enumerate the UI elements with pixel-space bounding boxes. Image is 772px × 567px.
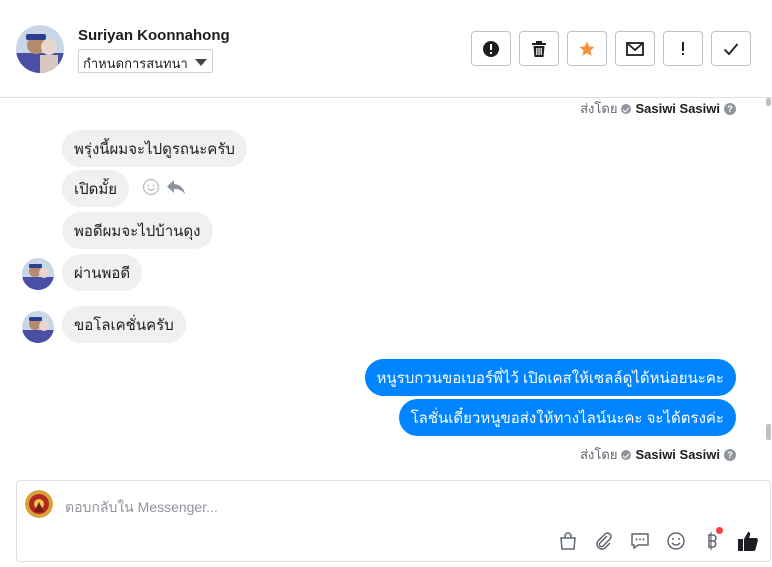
payment-button[interactable] [700,527,724,553]
reply-icon[interactable] [166,178,186,196]
trash-icon [532,40,546,57]
help-icon[interactable]: ? [724,102,736,115]
attachment-button[interactable] [592,529,616,553]
saved-replies-icon [631,533,649,550]
incoming-message[interactable]: พอดีผมจะไปบ้านดุง [62,212,213,249]
envelope-icon [626,41,644,56]
like-button[interactable] [736,529,760,553]
conversation-header: Suriyan Koonnahong กำหนดการสนทนา [0,0,772,98]
emoji-button[interactable] [664,529,688,553]
payment-icon [708,532,717,550]
sent-by-indicator: ส่งโดย Sasiwi Sasiwi ? [580,98,736,119]
reply-composer[interactable]: ตอบกลับใน Messenger... [16,480,771,562]
star-button[interactable] [567,31,607,66]
bag-icon [560,532,576,550]
composer-toolbar [556,527,760,553]
contact-name[interactable]: Suriyan Koonnahong [78,27,230,44]
incoming-message[interactable]: ผ่านพอดี [62,254,143,291]
conversation-actions [471,31,751,66]
help-icon[interactable]: ? [724,448,736,461]
mark-unread-button[interactable] [615,31,655,66]
contact-avatar-small [22,258,54,290]
contact-avatar-small [22,311,54,343]
sender-name: Sasiwi Sasiwi [635,101,720,116]
exclamation-circle-icon [483,40,499,57]
page-avatar [25,490,53,518]
sender-name: Sasiwi Sasiwi [635,447,720,462]
mark-spam-button[interactable] [471,31,511,66]
sent-by-indicator: ส่งโดย Sasiwi Sasiwi ? [580,444,736,465]
sent-by-label: ส่งโดย [580,101,618,116]
like-icon [738,532,758,551]
follow-up-button[interactable] [663,31,703,66]
scrollbar-top[interactable] [766,98,771,106]
scrollbar-thumb[interactable] [766,424,771,440]
react-smiley-icon[interactable] [142,178,160,196]
contact-avatar[interactable] [16,25,64,73]
conversation-label-value: กำหนดการสนทนา [83,56,188,71]
emoji-icon [667,532,685,550]
conversation-label-dropdown[interactable]: กำหนดการสนทนา [78,49,213,73]
exclamation-icon [682,41,684,55]
check-circle-icon [621,103,632,114]
mark-done-button[interactable] [711,31,751,66]
notification-dot [716,527,723,534]
chevron-down-icon [194,59,207,66]
attachment-icon [596,532,612,550]
reply-input[interactable]: ตอบกลับใน Messenger... [65,497,218,519]
outgoing-message[interactable]: หนูรบกวนขอเบอร์พี่ไว้ เปิดเคสให้เซลล์ดูไ… [364,359,736,396]
saved-replies-button[interactable] [628,529,652,553]
incoming-message[interactable]: เปิดมั้ย [62,170,130,207]
check-icon [723,42,739,55]
star-icon [579,41,595,56]
check-circle-icon [621,449,632,460]
incoming-message[interactable]: พรุ่งนี้ผมจะไปดูรถนะครับ [62,130,247,167]
outgoing-message[interactable]: โลชั่นเดี๋ยวหนูขอส่งให้ทางไลน์นะคะ จะได้… [398,399,736,436]
bag-button[interactable] [556,529,580,553]
message-hover-tools [142,178,186,196]
message-thread[interactable]: ส่งโดย Sasiwi Sasiwi ? พรุ่งนี้ผมจะไปดูร… [0,98,772,468]
thread-scrollbar[interactable] [764,98,772,468]
delete-button[interactable] [519,31,559,66]
incoming-message[interactable]: ขอโลเคชั่นครับ [62,306,186,343]
sent-by-label: ส่งโดย [580,447,618,462]
